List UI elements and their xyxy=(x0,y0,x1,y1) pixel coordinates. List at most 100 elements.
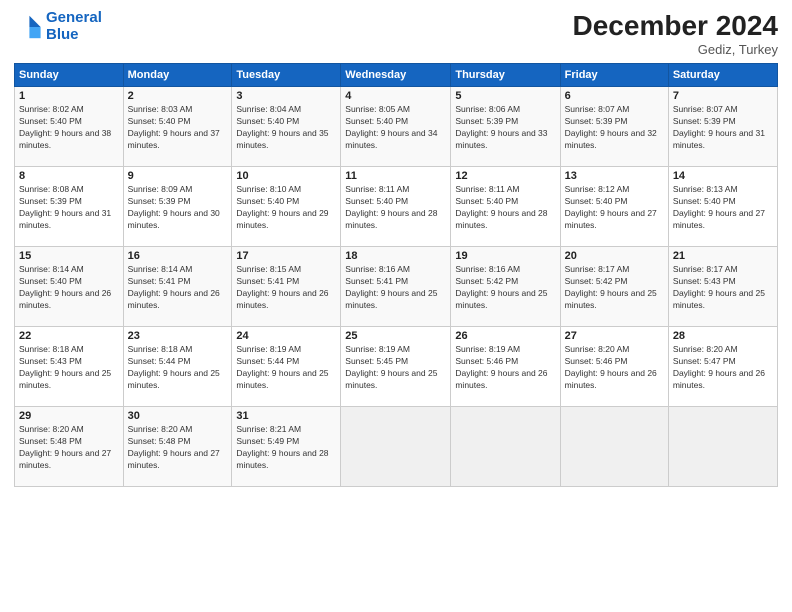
calendar-cell: 18 Sunrise: 8:16 AMSunset: 5:41 PMDaylig… xyxy=(341,247,451,327)
title-month: December 2024 xyxy=(573,10,778,42)
day-info: Sunrise: 8:08 AMSunset: 5:39 PMDaylight:… xyxy=(19,184,119,232)
calendar-cell xyxy=(560,407,668,487)
day-number: 16 xyxy=(128,250,228,262)
day-number: 12 xyxy=(455,170,555,182)
day-info: Sunrise: 8:16 AMSunset: 5:41 PMDaylight:… xyxy=(345,264,446,312)
day-info: Sunrise: 8:07 AMSunset: 5:39 PMDaylight:… xyxy=(565,104,664,152)
day-number: 20 xyxy=(565,250,664,262)
day-number: 11 xyxy=(345,170,446,182)
calendar-week-2: 8 Sunrise: 8:08 AMSunset: 5:39 PMDayligh… xyxy=(15,167,778,247)
day-info: Sunrise: 8:11 AMSunset: 5:40 PMDaylight:… xyxy=(345,184,446,232)
logo: General Blue xyxy=(14,10,102,43)
day-number: 1 xyxy=(19,90,119,102)
calendar-body: 1 Sunrise: 8:02 AMSunset: 5:40 PMDayligh… xyxy=(15,87,778,487)
col-wednesday: Wednesday xyxy=(341,64,451,87)
day-number: 21 xyxy=(673,250,773,262)
calendar-cell: 22 Sunrise: 8:18 AMSunset: 5:43 PMDaylig… xyxy=(15,327,124,407)
day-info: Sunrise: 8:19 AMSunset: 5:46 PMDaylight:… xyxy=(455,344,555,392)
day-info: Sunrise: 8:12 AMSunset: 5:40 PMDaylight:… xyxy=(565,184,664,232)
calendar-cell: 10 Sunrise: 8:10 AMSunset: 5:40 PMDaylig… xyxy=(232,167,341,247)
calendar-cell: 23 Sunrise: 8:18 AMSunset: 5:44 PMDaylig… xyxy=(123,327,232,407)
day-number: 3 xyxy=(236,90,336,102)
title-location: Gediz, Turkey xyxy=(573,42,778,57)
day-number: 13 xyxy=(565,170,664,182)
day-info: Sunrise: 8:17 AMSunset: 5:42 PMDaylight:… xyxy=(565,264,664,312)
col-monday: Monday xyxy=(123,64,232,87)
day-number: 5 xyxy=(455,90,555,102)
day-info: Sunrise: 8:19 AMSunset: 5:44 PMDaylight:… xyxy=(236,344,336,392)
day-number: 4 xyxy=(345,90,446,102)
day-info: Sunrise: 8:09 AMSunset: 5:39 PMDaylight:… xyxy=(128,184,228,232)
calendar-cell: 11 Sunrise: 8:11 AMSunset: 5:40 PMDaylig… xyxy=(341,167,451,247)
day-number: 25 xyxy=(345,330,446,342)
day-info: Sunrise: 8:21 AMSunset: 5:49 PMDaylight:… xyxy=(236,424,336,472)
day-info: Sunrise: 8:15 AMSunset: 5:41 PMDaylight:… xyxy=(236,264,336,312)
day-info: Sunrise: 8:04 AMSunset: 5:40 PMDaylight:… xyxy=(236,104,336,152)
col-saturday: Saturday xyxy=(668,64,777,87)
day-info: Sunrise: 8:18 AMSunset: 5:44 PMDaylight:… xyxy=(128,344,228,392)
logo-icon xyxy=(14,13,42,41)
col-friday: Friday xyxy=(560,64,668,87)
page: General Blue December 2024 Gediz, Turkey… xyxy=(0,0,792,612)
calendar-cell: 13 Sunrise: 8:12 AMSunset: 5:40 PMDaylig… xyxy=(560,167,668,247)
calendar-cell: 17 Sunrise: 8:15 AMSunset: 5:41 PMDaylig… xyxy=(232,247,341,327)
day-info: Sunrise: 8:07 AMSunset: 5:39 PMDaylight:… xyxy=(673,104,773,152)
day-info: Sunrise: 8:19 AMSunset: 5:45 PMDaylight:… xyxy=(345,344,446,392)
day-info: Sunrise: 8:18 AMSunset: 5:43 PMDaylight:… xyxy=(19,344,119,392)
day-info: Sunrise: 8:03 AMSunset: 5:40 PMDaylight:… xyxy=(128,104,228,152)
day-number: 23 xyxy=(128,330,228,342)
calendar-cell: 24 Sunrise: 8:19 AMSunset: 5:44 PMDaylig… xyxy=(232,327,341,407)
calendar-cell: 6 Sunrise: 8:07 AMSunset: 5:39 PMDayligh… xyxy=(560,87,668,167)
day-info: Sunrise: 8:11 AMSunset: 5:40 PMDaylight:… xyxy=(455,184,555,232)
calendar-cell xyxy=(668,407,777,487)
calendar-cell: 8 Sunrise: 8:08 AMSunset: 5:39 PMDayligh… xyxy=(15,167,124,247)
day-number: 15 xyxy=(19,250,119,262)
day-number: 24 xyxy=(236,330,336,342)
calendar-cell: 4 Sunrise: 8:05 AMSunset: 5:40 PMDayligh… xyxy=(341,87,451,167)
day-info: Sunrise: 8:20 AMSunset: 5:48 PMDaylight:… xyxy=(19,424,119,472)
calendar-cell: 3 Sunrise: 8:04 AMSunset: 5:40 PMDayligh… xyxy=(232,87,341,167)
day-number: 29 xyxy=(19,410,119,422)
col-thursday: Thursday xyxy=(451,64,560,87)
calendar-cell: 28 Sunrise: 8:20 AMSunset: 5:47 PMDaylig… xyxy=(668,327,777,407)
day-number: 18 xyxy=(345,250,446,262)
day-number: 14 xyxy=(673,170,773,182)
day-number: 17 xyxy=(236,250,336,262)
calendar-cell: 25 Sunrise: 8:19 AMSunset: 5:45 PMDaylig… xyxy=(341,327,451,407)
calendar-header: Sunday Monday Tuesday Wednesday Thursday… xyxy=(15,64,778,87)
logo-text: General Blue xyxy=(46,10,102,43)
logo-line1: General xyxy=(46,9,102,26)
calendar-week-3: 15 Sunrise: 8:14 AMSunset: 5:40 PMDaylig… xyxy=(15,247,778,327)
day-info: Sunrise: 8:10 AMSunset: 5:40 PMDaylight:… xyxy=(236,184,336,232)
day-number: 27 xyxy=(565,330,664,342)
calendar-cell: 7 Sunrise: 8:07 AMSunset: 5:39 PMDayligh… xyxy=(668,87,777,167)
day-info: Sunrise: 8:13 AMSunset: 5:40 PMDaylight:… xyxy=(673,184,773,232)
calendar-cell: 2 Sunrise: 8:03 AMSunset: 5:40 PMDayligh… xyxy=(123,87,232,167)
day-info: Sunrise: 8:06 AMSunset: 5:39 PMDaylight:… xyxy=(455,104,555,152)
col-sunday: Sunday xyxy=(15,64,124,87)
day-number: 9 xyxy=(128,170,228,182)
calendar-week-1: 1 Sunrise: 8:02 AMSunset: 5:40 PMDayligh… xyxy=(15,87,778,167)
calendar-cell: 16 Sunrise: 8:14 AMSunset: 5:41 PMDaylig… xyxy=(123,247,232,327)
day-info: Sunrise: 8:20 AMSunset: 5:46 PMDaylight:… xyxy=(565,344,664,392)
day-number: 6 xyxy=(565,90,664,102)
calendar-cell: 31 Sunrise: 8:21 AMSunset: 5:49 PMDaylig… xyxy=(232,407,341,487)
calendar-cell xyxy=(341,407,451,487)
day-info: Sunrise: 8:16 AMSunset: 5:42 PMDaylight:… xyxy=(455,264,555,312)
day-info: Sunrise: 8:17 AMSunset: 5:43 PMDaylight:… xyxy=(673,264,773,312)
day-number: 7 xyxy=(673,90,773,102)
calendar-cell: 21 Sunrise: 8:17 AMSunset: 5:43 PMDaylig… xyxy=(668,247,777,327)
calendar-cell: 14 Sunrise: 8:13 AMSunset: 5:40 PMDaylig… xyxy=(668,167,777,247)
day-number: 8 xyxy=(19,170,119,182)
calendar-cell: 30 Sunrise: 8:20 AMSunset: 5:48 PMDaylig… xyxy=(123,407,232,487)
day-info: Sunrise: 8:20 AMSunset: 5:48 PMDaylight:… xyxy=(128,424,228,472)
calendar-cell: 5 Sunrise: 8:06 AMSunset: 5:39 PMDayligh… xyxy=(451,87,560,167)
calendar-cell: 27 Sunrise: 8:20 AMSunset: 5:46 PMDaylig… xyxy=(560,327,668,407)
calendar-cell: 15 Sunrise: 8:14 AMSunset: 5:40 PMDaylig… xyxy=(15,247,124,327)
day-info: Sunrise: 8:14 AMSunset: 5:41 PMDaylight:… xyxy=(128,264,228,312)
calendar: Sunday Monday Tuesday Wednesday Thursday… xyxy=(14,63,778,487)
day-number: 28 xyxy=(673,330,773,342)
calendar-week-5: 29 Sunrise: 8:20 AMSunset: 5:48 PMDaylig… xyxy=(15,407,778,487)
day-number: 26 xyxy=(455,330,555,342)
calendar-cell: 29 Sunrise: 8:20 AMSunset: 5:48 PMDaylig… xyxy=(15,407,124,487)
